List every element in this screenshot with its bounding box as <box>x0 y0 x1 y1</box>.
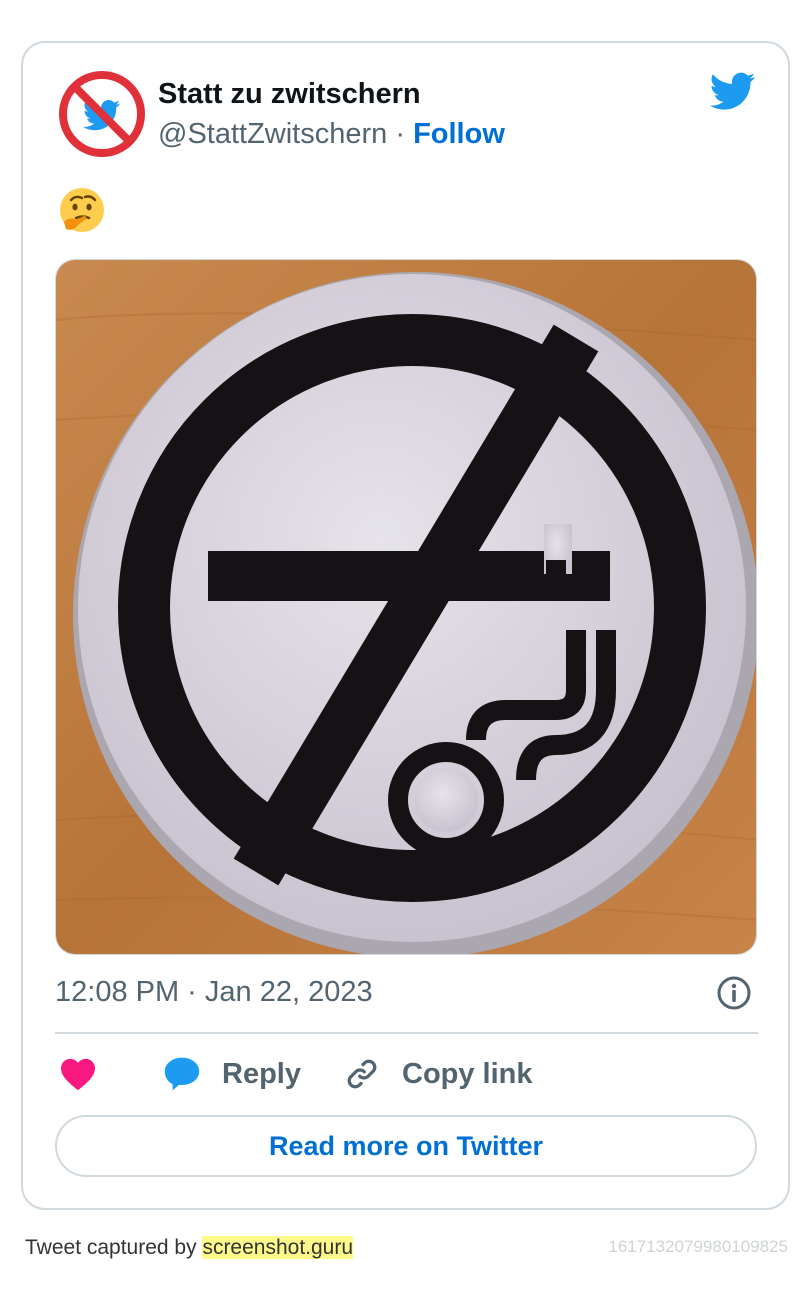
link-icon <box>347 1059 377 1089</box>
info-icon[interactable] <box>716 975 752 1011</box>
reply-bubble-icon <box>164 1057 200 1091</box>
no-smoking-sign-icon <box>56 260 756 954</box>
author-handle[interactable]: @StattZwitschern <box>158 118 387 150</box>
reply-button[interactable]: Reply <box>163 1052 301 1096</box>
thinking-face-icon <box>58 186 106 234</box>
copy-link-button[interactable]: Copy link <box>344 1052 533 1096</box>
read-more-button[interactable]: Read more on Twitter <box>55 1115 757 1177</box>
tweet-timestamp[interactable]: 12:08 PM · Jan 22, 2023 <box>55 974 373 1010</box>
author-name[interactable]: Statt zu zwitschern <box>158 76 421 112</box>
tweet-id: 1617132079980109825 <box>608 1237 788 1256</box>
capture-credit-prefix: Tweet captured by <box>25 1236 203 1259</box>
twitter-logo-icon[interactable] <box>709 72 756 110</box>
tweet-photo[interactable] <box>55 259 757 955</box>
author-handle-line: @StattZwitschern · Follow <box>158 116 505 152</box>
avatar-image <box>58 70 146 158</box>
reply-label: Reply <box>222 1057 301 1090</box>
author-avatar[interactable] <box>57 69 147 159</box>
handle-separator: · <box>387 118 414 150</box>
like-button[interactable] <box>59 1052 97 1096</box>
follow-link[interactable]: Follow <box>413 118 505 150</box>
divider <box>55 1032 758 1034</box>
capture-credit: Tweet captured by screenshot.guru <box>25 1236 354 1260</box>
tweet-actions: Reply Copy link <box>55 1052 758 1096</box>
screenshot-guru-link[interactable]: screenshot.guru <box>202 1236 354 1259</box>
copy-link-label: Copy link <box>402 1057 533 1090</box>
heart-icon <box>61 1058 95 1091</box>
